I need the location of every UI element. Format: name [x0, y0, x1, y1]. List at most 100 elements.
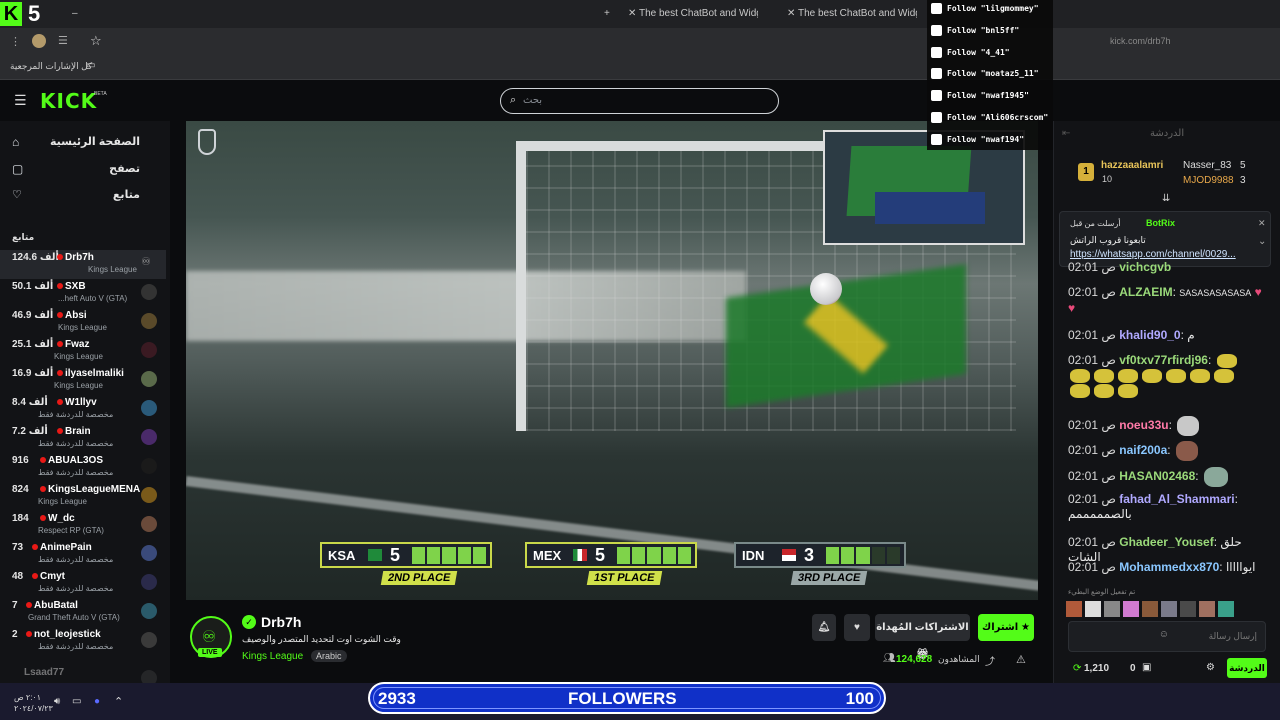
left-sidebar: الصفحة الرئيسية ⌂ تصفح ▢ متابع ♡ متابع 1…	[0, 121, 170, 686]
sidebar-channel[interactable]: 2 not_leojestick مخصصة للدردشة فقط	[0, 627, 166, 656]
sidebar-channel[interactable]: 50.1 ألف SXB ...heft Auto V (GTA)	[0, 279, 166, 308]
report-icon[interactable]: ⚠	[1016, 653, 1026, 666]
network-icon[interactable]: ▭	[72, 696, 81, 707]
channel-category: Kings League	[54, 381, 103, 390]
channel-category: مخصصة للدردشة فقط	[38, 468, 114, 477]
stream-title: وقت الشوت اوت لتحديد المتصدر والوصيف	[242, 634, 401, 644]
chat-input[interactable]: إرسال رسالة ☺	[1068, 621, 1266, 652]
unpin-icon[interactable]: ✕	[1258, 218, 1266, 229]
emote-icon[interactable]	[1123, 601, 1139, 617]
taskbar-time: ٢:٠١ ص	[14, 693, 42, 702]
sidebar-channel[interactable]: 124.6 ألف Drb7h Kings League ♾	[0, 250, 166, 279]
team-code: KSA	[328, 548, 356, 563]
share-icon[interactable]: ⤴	[985, 653, 995, 668]
notification-bell-button[interactable]: 🔔︎	[812, 614, 836, 641]
emote-icon[interactable]	[1142, 601, 1158, 617]
emote-icon[interactable]	[1161, 601, 1177, 617]
kicks-count: 0	[1130, 663, 1136, 674]
channel-avatar	[141, 487, 157, 503]
close-icon[interactable]: ✕	[628, 8, 639, 19]
nav-browse[interactable]: تصفح	[109, 162, 140, 175]
profile-avatar[interactable]	[32, 34, 46, 48]
send-chat-button[interactable]: الدردشة	[1227, 658, 1267, 678]
verified-icon: ✓	[242, 615, 256, 629]
hamburger-menu-icon[interactable]: ☰	[14, 92, 27, 109]
live-badge: LIVE	[198, 648, 222, 657]
close-icon[interactable]: ✕	[787, 8, 798, 19]
menu-dots-icon[interactable]: ⋮	[10, 35, 21, 48]
tray-chevron-icon[interactable]: ⌃	[114, 695, 123, 708]
chat-message: 02:01 ص naif200a:	[1068, 441, 1264, 461]
pinned-link[interactable]: https://whatsapp.com/channel/0029...	[1070, 249, 1236, 260]
viewer-count: 124,628	[896, 654, 933, 665]
sidebar-channel[interactable]: 48 Cmyt مخصصة للدردشة فقط	[0, 569, 166, 598]
channel-name: W_dc	[48, 513, 75, 524]
emote-icon[interactable]	[1218, 601, 1234, 617]
language-tag[interactable]: Arabic	[311, 650, 347, 662]
channel-name: SXB	[65, 281, 86, 292]
sidebar-channel[interactable]: 73 AnimePain مخصصة للدردشة فقط	[0, 540, 166, 569]
channel-category: ...heft Auto V (GTA)	[58, 294, 128, 303]
kick-logo[interactable]: KICK	[40, 89, 97, 113]
channel-viewers: 184	[12, 513, 29, 524]
flag-icon	[573, 549, 587, 561]
follow-alert: Follow "Ali606crscom"	[931, 110, 1048, 126]
bookmark-star-icon[interactable]: ☆	[90, 33, 102, 49]
search-placeholder: بحث	[523, 95, 543, 106]
user-icon: 👥︎	[883, 653, 896, 664]
reading-list-icon[interactable]: ☰	[58, 34, 68, 47]
sidebar-channel[interactable]: 8.4 ألف W1llyv مخصصة للدردشة فقط	[0, 395, 166, 424]
chat-input-placeholder: إرسال رسالة	[1208, 631, 1257, 641]
channel-avatar	[141, 574, 157, 590]
emoji-icon[interactable]: ☺	[1159, 629, 1169, 640]
video-player[interactable]: KSA 5 2ND PLACE MEX 5 1ST PLACE IDN 3 3R…	[186, 121, 1038, 600]
emote-icon[interactable]	[1085, 601, 1101, 617]
streamer-name[interactable]: Drb7h	[261, 614, 301, 630]
gift-subs-button[interactable]: الاشتراكات المُهداة 🎁︎	[875, 614, 970, 660]
stream-category[interactable]: Kings League	[242, 651, 303, 662]
gift-icon[interactable]: ▣	[1142, 662, 1151, 673]
all-bookmarks-label[interactable]: كل الإشارات المرجعية	[10, 61, 92, 72]
sidebar-channel[interactable]: 824 KingsLeagueMENA Kings League	[0, 482, 166, 511]
nav-following[interactable]: متابع	[113, 188, 140, 201]
emote-icon[interactable]	[1104, 601, 1120, 617]
emote-icon[interactable]	[1199, 601, 1215, 617]
settings-gear-icon[interactable]: ⚙	[1206, 662, 1215, 673]
browser-tab[interactable]: ✕ The best ChatBot and Widgets	[787, 4, 917, 24]
follow-heart-button[interactable]: ♥	[844, 614, 870, 641]
chevron-down-icon[interactable]: ⌄	[1258, 236, 1266, 247]
channel-name: KingsLeagueMENA	[48, 484, 141, 495]
search-input[interactable]: ⌕ بحث	[500, 88, 779, 114]
emote-icon	[1070, 368, 1090, 383]
nav-home[interactable]: الصفحة الرئيسية	[50, 135, 140, 148]
sidebar-channel[interactable]: 916 ABUAL3OS مخصصة للدردشة فقط	[0, 453, 166, 482]
emote-icon[interactable]	[1180, 601, 1196, 617]
leaderboard-value: 3	[1240, 175, 1246, 186]
channel-viewers: 824	[12, 484, 29, 495]
emote-icon[interactable]	[1066, 601, 1082, 617]
team-score: 5	[595, 545, 606, 565]
expand-leaderboard-icon[interactable]: ⇊	[1162, 193, 1170, 204]
volume-icon[interactable]: 🔊︎	[54, 696, 60, 707]
browser-tab[interactable]: ✕ The best ChatBot and Widgets	[628, 4, 758, 24]
new-tab-button[interactable]: +	[604, 4, 610, 24]
mic-icon[interactable]: ●	[94, 696, 100, 707]
chat-message: 02:01 ص khalid90_0: م	[1068, 328, 1195, 342]
channel-name: Absi	[65, 310, 87, 321]
subscribe-button[interactable]: اشتراك ★	[978, 614, 1034, 641]
leaderboard-name: hazzaaalamri	[1101, 160, 1164, 171]
minimize-icon[interactable]: –	[72, 4, 78, 24]
collapse-chat-icon[interactable]: ⇤	[1062, 128, 1070, 139]
sidebar-channel[interactable]: 25.1 ألف Fwaz Kings League	[0, 337, 166, 366]
flag-icon	[782, 549, 796, 561]
channel-viewers: 46.9 ألف	[12, 310, 54, 321]
sidebar-channel[interactable]: 184 W_dc Respect RP (GTA)	[0, 511, 166, 540]
sidebar-channel[interactable]: 7.2 ألف Brain مخصصة للدردشة فقط	[0, 424, 166, 453]
sidebar-channel[interactable]: 7 AbuBatal Grand Theft Auto V (GTA)	[0, 598, 166, 627]
place-label: 3RD PLACE	[790, 571, 868, 585]
sidebar-channel[interactable]: 16.9 ألف ilyaselmaliki Kings League	[0, 366, 166, 395]
url-text[interactable]: kick.com/drb7h	[1110, 36, 1171, 46]
leaderboard-name: Nasser_83	[1183, 160, 1232, 171]
sidebar-channel[interactable]: 46.9 ألف Absi Kings League	[0, 308, 166, 337]
score-bars	[412, 547, 487, 564]
